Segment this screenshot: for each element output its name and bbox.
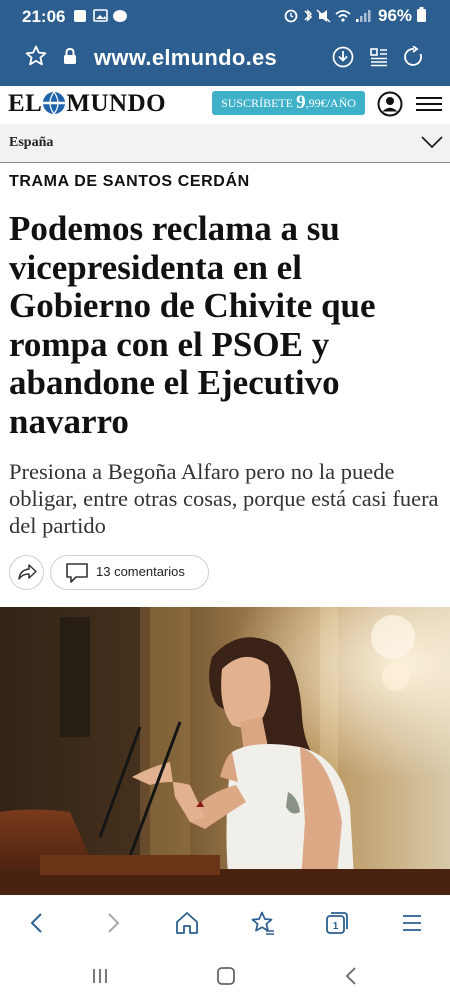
bookmarks-icon[interactable] bbox=[249, 910, 275, 936]
share-icon bbox=[18, 564, 37, 580]
browser-toolbar: 1 bbox=[0, 895, 450, 951]
article-photo[interactable] bbox=[0, 607, 450, 895]
system-icons bbox=[284, 8, 376, 27]
forward-icon[interactable] bbox=[100, 910, 126, 936]
notification-icons bbox=[73, 8, 131, 27]
recent-apps-icon[interactable] bbox=[89, 965, 111, 987]
system-status-icon bbox=[284, 9, 371, 23]
home-icon[interactable] bbox=[174, 910, 200, 936]
user-account-icon[interactable] bbox=[377, 91, 403, 117]
site-logo[interactable]: EL MUNDO bbox=[8, 90, 166, 120]
site-header: EL MUNDO SUSCRÍBETE 9,99€/AÑO bbox=[0, 86, 450, 125]
battery-percent: 96% bbox=[378, 6, 413, 25]
article-kicker[interactable]: TRAMA DE SANTOS CERDÁN bbox=[9, 173, 250, 191]
lock-icon bbox=[64, 48, 76, 64]
browser-top-bar: 21:06 96% www.elmundo.es bbox=[0, 0, 450, 86]
status-bar: 21:06 96% bbox=[0, 0, 450, 32]
system-navigation-bar bbox=[0, 951, 450, 1000]
tabs-icon[interactable]: 1 bbox=[324, 910, 350, 936]
logo-text-left: EL bbox=[8, 90, 43, 117]
comment-icon bbox=[66, 563, 88, 583]
bookmark-star-icon[interactable] bbox=[24, 44, 48, 68]
logo-text-right: MUNDO bbox=[66, 90, 167, 117]
address-bar: www.elmundo.es bbox=[0, 40, 450, 82]
chevron-down-icon[interactable] bbox=[421, 135, 443, 149]
subscribe-label: SUSCRÍBETE bbox=[221, 96, 294, 110]
section-label: España bbox=[9, 135, 54, 150]
back-icon[interactable] bbox=[24, 910, 50, 936]
subscribe-price: 9 bbox=[296, 92, 306, 113]
reader-mode-icon[interactable] bbox=[368, 46, 390, 68]
battery-level: 96% bbox=[378, 6, 426, 26]
svg-text:1: 1 bbox=[333, 921, 339, 932]
menu-lines-icon[interactable] bbox=[399, 910, 425, 936]
back-button-icon[interactable] bbox=[341, 965, 363, 987]
notification-icon bbox=[74, 9, 127, 22]
article-photo-image bbox=[0, 607, 450, 895]
share-button[interactable] bbox=[9, 555, 44, 590]
logo-globe-icon bbox=[43, 92, 66, 114]
comments-count: 13 comentarios bbox=[96, 564, 185, 579]
subscribe-button[interactable]: SUSCRÍBETE 9,99€/AÑO bbox=[212, 91, 365, 115]
comments-button[interactable]: 13 comentarios bbox=[50, 555, 209, 590]
reload-icon[interactable] bbox=[403, 46, 425, 68]
menu-icon[interactable] bbox=[416, 96, 442, 112]
article-headline: Podemos reclama a su vicepresidenta en e… bbox=[9, 209, 376, 441]
url-text[interactable]: www.elmundo.es bbox=[94, 45, 277, 71]
download-icon[interactable] bbox=[332, 46, 354, 68]
status-time: 21:06 bbox=[22, 7, 66, 26]
subscribe-price-suffix: ,99€/AÑO bbox=[305, 96, 356, 110]
section-bar[interactable]: España bbox=[0, 124, 450, 163]
article-subheadline: Presiona a Begoña Alfaro pero no la pued… bbox=[9, 459, 439, 538]
home-button-icon[interactable] bbox=[215, 965, 237, 987]
battery-icon bbox=[416, 7, 426, 22]
